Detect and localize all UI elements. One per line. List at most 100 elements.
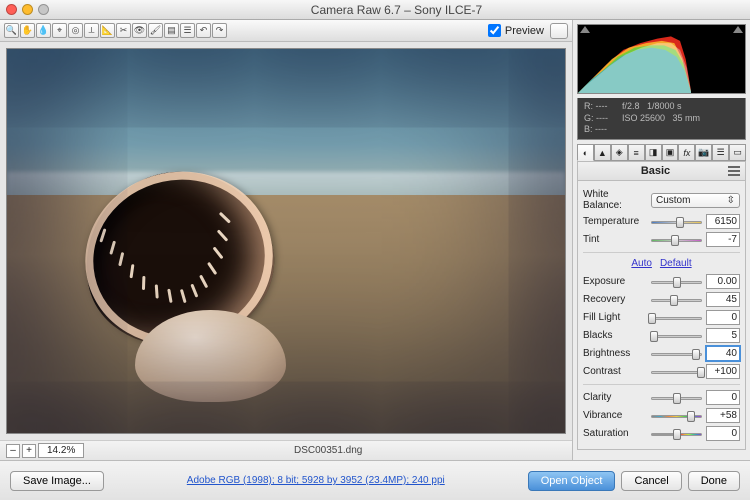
contrast-slider[interactable] — [651, 366, 702, 378]
basic-panel: White Balance: Custom⇳ Temperature 6150 T… — [577, 181, 746, 450]
clarity-value[interactable]: 0 — [706, 390, 740, 405]
workflow-link[interactable]: Adobe RGB (1998); 8 bit; 5928 by 3952 (2… — [110, 475, 522, 486]
preview-statusbar: – + 14.2% DSC00351.dng — [0, 440, 572, 460]
brightness-slider[interactable] — [651, 348, 702, 360]
saturation-value[interactable]: 0 — [706, 426, 740, 441]
preview-checkbox-input[interactable] — [488, 24, 501, 37]
redeye-tool-icon[interactable]: 👁 — [132, 23, 147, 38]
wb-eyedropper-icon[interactable]: 💧 — [36, 23, 51, 38]
titlebar: Camera Raw 6.7 – Sony ILCE-7 — [0, 0, 750, 20]
tab-snapshots-icon[interactable]: ▭ — [729, 144, 746, 161]
tint-slider[interactable] — [651, 234, 702, 246]
tab-basic-icon[interactable]: ◐ — [577, 144, 594, 161]
zoom-level[interactable]: 14.2% — [38, 443, 84, 458]
tab-lens-icon[interactable]: ▣ — [662, 144, 679, 161]
readout-b: B: ---- — [584, 124, 608, 136]
tab-split-icon[interactable]: ◨ — [645, 144, 662, 161]
filllight-value[interactable]: 0 — [706, 310, 740, 325]
tab-curve-icon[interactable]: ▲ — [594, 144, 611, 161]
readout-aperture: f/2.8 — [622, 101, 640, 111]
hand-tool-icon[interactable]: ✋ — [20, 23, 35, 38]
window-title: Camera Raw 6.7 – Sony ILCE-7 — [49, 3, 744, 17]
tint-value[interactable]: -7 — [706, 232, 740, 247]
tab-fx-icon[interactable]: fx — [678, 144, 695, 161]
open-object-button[interactable]: Open Object — [528, 471, 616, 491]
recovery-slider[interactable] — [651, 294, 702, 306]
adjustment-brush-icon[interactable]: 🖌 — [148, 23, 163, 38]
temperature-label: Temperature — [583, 216, 647, 227]
zoom-window-button[interactable] — [38, 4, 49, 15]
straighten-tool-icon[interactable]: 📐 — [100, 23, 115, 38]
zoom-in-button[interactable]: + — [22, 444, 36, 458]
exposure-value[interactable]: 0.00 — [706, 274, 740, 289]
window-controls — [6, 4, 49, 15]
graduated-filter-icon[interactable]: ▤ — [164, 23, 179, 38]
tab-hsl-icon[interactable]: ≡ — [628, 144, 645, 161]
default-link[interactable]: Default — [660, 258, 692, 269]
rotate-ccw-icon[interactable]: ↶ — [196, 23, 211, 38]
vibrance-slider[interactable] — [651, 410, 702, 422]
readout-iso: ISO 25600 — [622, 113, 665, 123]
panel-menu-icon[interactable] — [728, 166, 740, 176]
done-button[interactable]: Done — [688, 471, 740, 491]
readout-g: G: ---- — [584, 113, 608, 125]
footer: Save Image... Adobe RGB (1998); 8 bit; 5… — [0, 460, 750, 500]
zoom-out-button[interactable]: – — [6, 444, 20, 458]
top-toolbar: 🔍 ✋ 💧 ⌖ ◎ ⟂ 📐 ✂ 👁 🖌 ▤ ☰ ↶ ↷ Preview — [0, 20, 572, 42]
panel-tabs: ◐ ▲ ◈ ≡ ◨ ▣ fx 📷 ☰ ▭ — [577, 144, 746, 161]
cancel-button[interactable]: Cancel — [621, 471, 681, 491]
filllight-slider[interactable] — [651, 312, 702, 324]
clarity-label: Clarity — [583, 392, 647, 403]
save-image-button[interactable]: Save Image... — [10, 471, 104, 491]
exposure-slider[interactable] — [651, 276, 702, 288]
vibrance-value[interactable]: +58 — [706, 408, 740, 423]
blacks-label: Blacks — [583, 330, 647, 341]
tint-label: Tint — [583, 234, 647, 245]
recovery-value[interactable]: 45 — [706, 292, 740, 307]
exif-readout: R: ---- G: ---- B: ---- f/2.8 1/8000 s I… — [577, 98, 746, 140]
contrast-label: Contrast — [583, 366, 647, 377]
wb-label: White Balance: — [583, 189, 647, 211]
image-preview[interactable] — [6, 48, 566, 434]
preview-label: Preview — [505, 25, 544, 37]
recovery-label: Recovery — [583, 294, 647, 305]
crop-tool-icon[interactable]: ⟂ — [84, 23, 99, 38]
minimize-window-button[interactable] — [22, 4, 33, 15]
readout-focal: 35 mm — [673, 113, 701, 123]
clarity-slider[interactable] — [651, 392, 702, 404]
panel-title: Basic — [583, 165, 728, 177]
tab-detail-icon[interactable]: ◈ — [611, 144, 628, 161]
tab-calib-icon[interactable]: 📷 — [695, 144, 712, 161]
close-window-button[interactable] — [6, 4, 17, 15]
histogram[interactable] — [577, 24, 746, 94]
contrast-value[interactable]: +100 — [706, 364, 740, 379]
readout-shutter: 1/8000 s — [647, 101, 682, 111]
filllight-label: Fill Light — [583, 312, 647, 323]
chevron-updown-icon: ⇳ — [727, 195, 735, 206]
brightness-value[interactable]: 40 — [706, 346, 740, 361]
tab-presets-icon[interactable]: ☰ — [712, 144, 729, 161]
filename-label: DSC00351.dng — [90, 445, 566, 456]
color-sampler-icon[interactable]: ⌖ — [52, 23, 67, 38]
temperature-slider[interactable] — [651, 216, 702, 228]
highlight-clip-icon[interactable] — [733, 26, 743, 33]
preview-checkbox[interactable]: Preview — [488, 24, 544, 37]
vibrance-label: Vibrance — [583, 410, 647, 421]
panel-header: Basic — [577, 161, 746, 181]
wb-select[interactable]: Custom⇳ — [651, 193, 740, 208]
exposure-label: Exposure — [583, 276, 647, 287]
spot-removal-icon[interactable]: ✂ — [116, 23, 131, 38]
rotate-cw-icon[interactable]: ↷ — [212, 23, 227, 38]
fullscreen-toggle-icon[interactable] — [550, 23, 568, 39]
blacks-value[interactable]: 5 — [706, 328, 740, 343]
target-adjust-icon[interactable]: ◎ — [68, 23, 83, 38]
prefs-icon[interactable]: ☰ — [180, 23, 195, 38]
saturation-label: Saturation — [583, 428, 647, 439]
auto-link[interactable]: Auto — [631, 258, 652, 269]
blacks-slider[interactable] — [651, 330, 702, 342]
readout-r: R: ---- — [584, 101, 608, 113]
zoom-tool-icon[interactable]: 🔍 — [4, 23, 19, 38]
brightness-label: Brightness — [583, 348, 647, 359]
temperature-value[interactable]: 6150 — [706, 214, 740, 229]
saturation-slider[interactable] — [651, 428, 702, 440]
